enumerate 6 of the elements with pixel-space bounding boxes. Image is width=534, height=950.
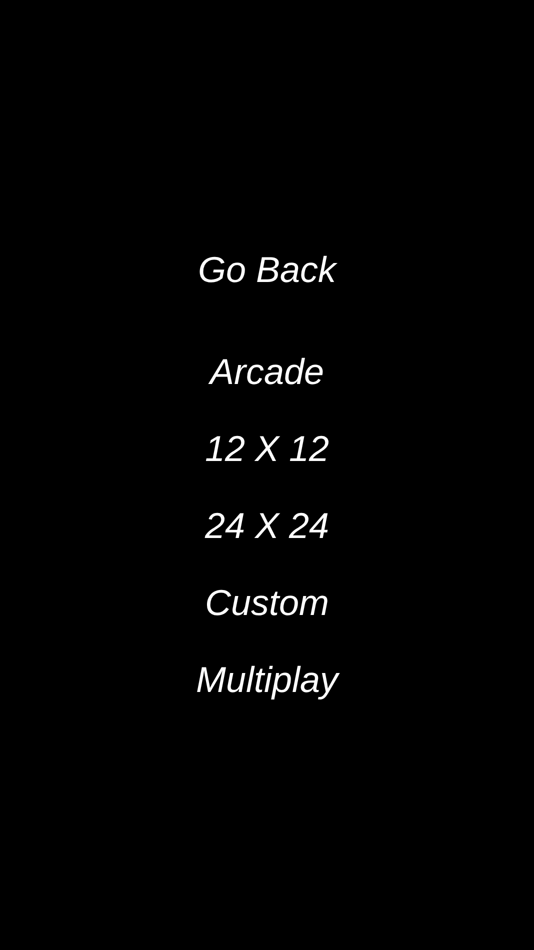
- go-back-button[interactable]: Go Back: [194, 250, 340, 290]
- menu-option[interactable]: 12 X 12: [200, 429, 334, 469]
- menu-option[interactable]: Multiplay: [192, 660, 342, 700]
- menu-option[interactable]: Custom: [200, 583, 334, 623]
- menu-option[interactable]: Arcade: [206, 352, 328, 392]
- menu-option[interactable]: 24 X 24: [200, 506, 334, 546]
